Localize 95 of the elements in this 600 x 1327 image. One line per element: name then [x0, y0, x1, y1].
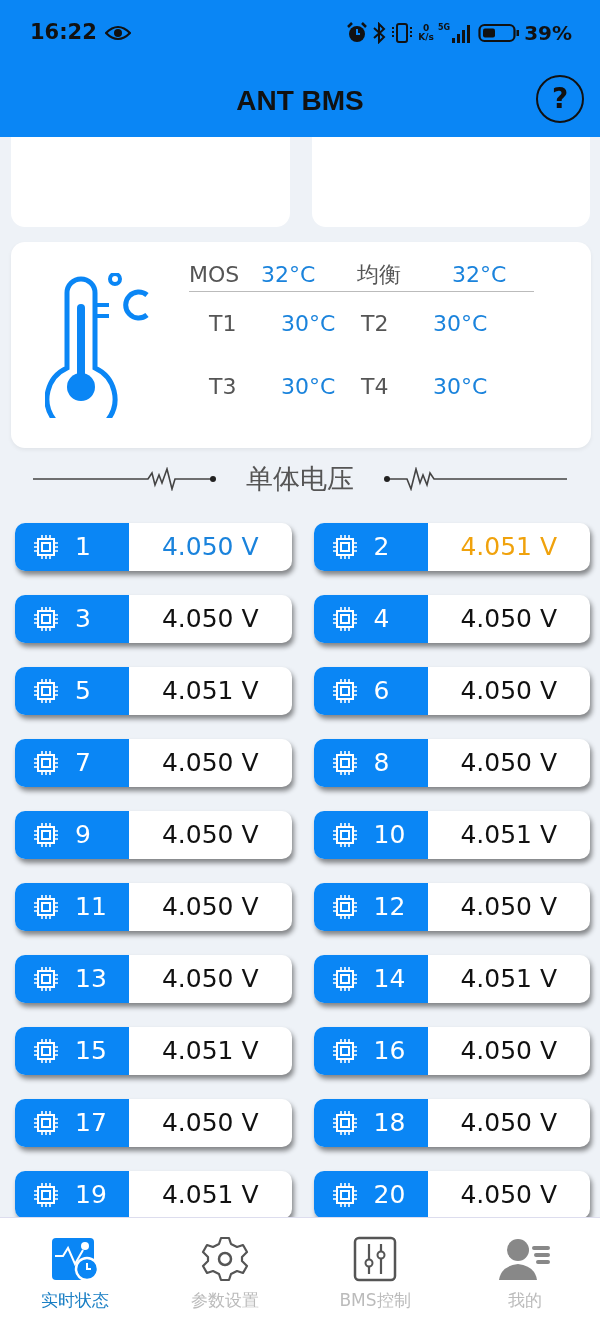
app-title: ANT BMS [236, 84, 364, 118]
cell-number: 13 [75, 963, 107, 996]
nav-tab[interactable]: BMS控制 [300, 1218, 450, 1327]
cell-voltage: 4.050 V [160, 963, 260, 996]
chip-icon [331, 822, 358, 848]
cell-voltage: 4.050 V [160, 531, 260, 564]
vibrate-icon [390, 21, 415, 44]
nav-tab[interactable]: 参数设置 [150, 1218, 300, 1327]
sensor-temperature: 30°C [433, 310, 488, 338]
help-button[interactable]: ? [536, 75, 584, 123]
cell-voltage: 4.050 V [160, 747, 260, 780]
chip-icon [331, 534, 358, 560]
cell-number: 18 [373, 1107, 406, 1140]
cell-voltage: 4.050 V [160, 891, 260, 924]
network-type: 5G [438, 21, 451, 34]
cell-number: 10 [373, 819, 406, 852]
battery-percentage: 39% [524, 19, 572, 47]
cell-number: 16 [373, 1035, 406, 1068]
chip-icon [331, 966, 358, 992]
chip-icon [331, 1182, 358, 1208]
chip-icon [331, 606, 358, 632]
sensor-temperature: 30°C [433, 373, 488, 401]
cell-number: 19 [75, 1179, 107, 1212]
mos-label: MOS [189, 261, 241, 289]
cell-number: 14 [373, 963, 406, 996]
cell-voltage: 4.050 V [459, 675, 559, 708]
cell-voltage: 4.050 V [160, 603, 260, 636]
cell-voltage: 4.051 V [459, 963, 559, 996]
sensor-temperature: 30°C [281, 310, 337, 338]
chip-icon [33, 966, 59, 992]
balance-temperature: 32°C [452, 261, 507, 289]
cell-voltage: 4.050 V [459, 1107, 559, 1140]
cell-number: 4 [373, 603, 390, 636]
chip-icon [33, 750, 59, 776]
mos-temperature: 32°C [261, 261, 317, 289]
cell-voltage: 4.051 V [160, 675, 260, 708]
cell-voltage: 4.050 V [160, 819, 260, 852]
user-list-icon [498, 1236, 552, 1282]
cell-voltage: 4.051 V [459, 531, 559, 564]
settings-icon [201, 1236, 249, 1282]
clock-time: 16:22 [30, 18, 97, 46]
cell-voltage: 4.051 V [160, 1035, 260, 1068]
waveform-line-icon [33, 467, 218, 491]
cell-voltage: 4.050 V [459, 891, 559, 924]
cell-number: 6 [373, 675, 390, 708]
sensor-label: T1 [209, 310, 238, 338]
cell-number: 9 [75, 819, 91, 852]
cell-number: 2 [373, 531, 390, 564]
network-speed-value: 0 [423, 23, 430, 33]
cell-number: 15 [75, 1035, 107, 1068]
alarm-icon [346, 21, 369, 44]
chip-icon [331, 678, 358, 704]
cell-number: 8 [373, 747, 390, 780]
chip-icon [33, 534, 59, 560]
sensor-label: T4 [361, 373, 390, 401]
sensor-label: T2 [361, 310, 390, 338]
cell-voltage: 4.050 V [459, 1179, 559, 1212]
chip-icon [33, 1182, 59, 1208]
chip-icon [33, 678, 59, 704]
battery-icon [478, 21, 521, 44]
cell-number: 3 [75, 603, 91, 636]
cell-number: 12 [373, 891, 406, 924]
cell-number: 17 [75, 1107, 107, 1140]
chip-icon [33, 894, 59, 920]
chip-icon [33, 1038, 59, 1064]
cell-voltage: 4.051 V [160, 1179, 260, 1212]
cell-voltage: 4.050 V [160, 1107, 260, 1140]
sliders-icon [353, 1236, 397, 1282]
cell-voltage: 4.051 V [459, 819, 559, 852]
network-speed-unit: K/s [418, 32, 434, 42]
sensor-label: T3 [209, 373, 238, 401]
section-title: 单体电压 [246, 461, 354, 496]
sensor-temperature: 30°C [281, 373, 337, 401]
chip-icon [33, 822, 59, 848]
chip-icon [33, 606, 59, 632]
waveform-line-icon [382, 467, 567, 491]
eye-icon [104, 24, 131, 41]
cell-number: 7 [75, 747, 91, 780]
chip-icon [331, 1110, 358, 1136]
nav-tab[interactable]: 我的 [450, 1218, 600, 1327]
cell-number: 1 [75, 531, 91, 564]
chip-icon [33, 1110, 59, 1136]
chip-icon [331, 1038, 358, 1064]
cell-voltage: 4.050 V [459, 747, 559, 780]
chart-clock-icon [50, 1236, 100, 1282]
cell-number: 20 [373, 1179, 406, 1212]
cell-voltage: 4.050 V [459, 603, 559, 636]
nav-tab[interactable]: 实时状态 [0, 1218, 150, 1327]
cell-voltage: 4.050 V [459, 1035, 559, 1068]
bluetooth-icon [372, 21, 387, 44]
balance-label: 均衡 [357, 261, 402, 289]
cell-number: 5 [75, 675, 91, 708]
chip-icon [331, 750, 358, 776]
chip-icon [331, 894, 358, 920]
cell-number: 11 [75, 891, 107, 924]
